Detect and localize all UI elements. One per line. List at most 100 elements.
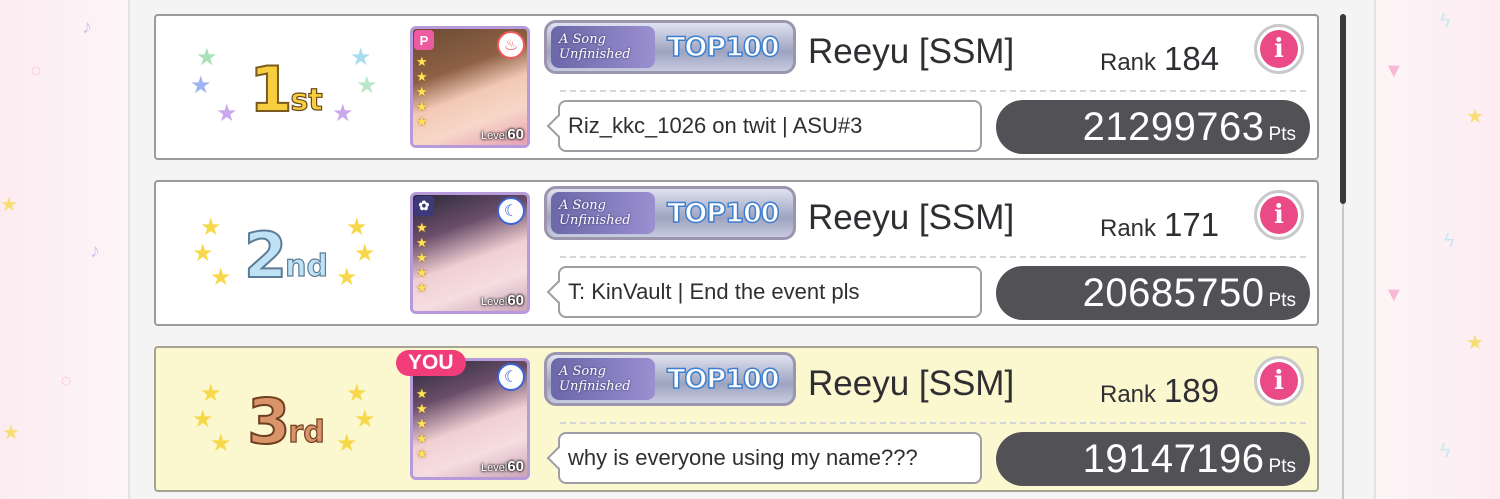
star-icon: ★ — [1466, 332, 1484, 354]
star-icon: ★ — [216, 100, 238, 127]
song-logo: A Song Unfinished — [551, 358, 655, 400]
star-icon: ★ — [416, 84, 428, 99]
star-icon: ★ — [210, 264, 232, 291]
star-icon: ★ — [416, 54, 428, 69]
top-rank-label: TOP100 — [666, 197, 780, 230]
place-label: ★ ★ ★ ★ ★ ★ 2 nd — [192, 210, 376, 300]
points-unit: Pts — [1268, 290, 1296, 311]
star-icon: ★ — [336, 264, 358, 291]
card-level: Level60 — [481, 126, 524, 143]
star-icon: ★ — [196, 44, 218, 71]
star-icon: ★ — [416, 235, 428, 250]
title-badge: A Song Unfinished TOP100 — [544, 352, 796, 406]
divider — [560, 422, 1306, 424]
star-icon: ★ — [416, 114, 428, 129]
band-badge: ✿ — [414, 196, 434, 216]
left-decor-panel: ♪ ○ ★ ♪ ○ ★ — [0, 0, 128, 499]
member-card[interactable]: ✿ ☾ ★ ★ ★ ★ ★ Level60 — [410, 192, 530, 314]
place-label: ★ ★ ★ ★ ★ ★ 3 rd — [192, 376, 376, 466]
ranking-row-1[interactable]: ★ ★ ★ ★ ★ ★ 1 st P ♨ ★ ★ ★ ★ ★ Level60 A Son… — [154, 14, 1319, 160]
player-name: Reeyu [SSM] — [808, 364, 1015, 403]
place-number: 2 — [243, 218, 288, 293]
music-note-icon: ♪ — [90, 240, 100, 262]
circle-icon: ○ — [60, 370, 73, 392]
star-icon: ★ — [354, 406, 376, 433]
triangle-icon: ▼ — [1384, 284, 1404, 306]
place-label: ★ ★ ★ ★ ★ ★ 1 st — [190, 44, 378, 134]
info-icon: i — [1260, 30, 1298, 68]
info-icon: i — [1260, 362, 1298, 400]
star-icon: ★ — [350, 44, 372, 71]
star-icon: ★ — [190, 72, 212, 99]
star-icon: ★ — [416, 416, 428, 431]
star-icon: ★ — [200, 380, 222, 407]
star-icon: ★ — [356, 72, 378, 99]
star-icon: ★ — [416, 265, 428, 280]
member-card[interactable]: P ♨ ★ ★ ★ ★ ★ Level60 — [410, 26, 530, 148]
ranking-row-2[interactable]: ★ ★ ★ ★ ★ ★ 2 nd ✿ ☾ ★ ★ ★ ★ ★ Level60 A Son… — [154, 180, 1319, 326]
points-unit: Pts — [1268, 124, 1296, 145]
bolt-icon: ϟ — [1440, 10, 1451, 32]
band-badge: P — [414, 30, 434, 50]
info-button[interactable]: i — [1254, 190, 1304, 240]
star-icon: ★ — [354, 240, 376, 267]
star-icon: ★ — [416, 446, 428, 461]
star-icon: ★ — [416, 431, 428, 446]
triangle-icon: ▼ — [1384, 60, 1404, 82]
star-icon: ★ — [336, 430, 358, 457]
top-rank-label: TOP100 — [666, 363, 780, 396]
ranking-row-3[interactable]: ★ ★ ★ ★ ★ ★ 3 rd YOU ☾ ★ ★ ★ ★ ★ Level60 A S… — [154, 346, 1319, 492]
player-rank: Rank 171 — [1100, 206, 1220, 243]
title-badge: A Song Unfinished TOP100 — [544, 186, 796, 240]
place-suffix: rd — [288, 414, 325, 450]
points-value: 21299763 — [1082, 105, 1265, 149]
scrollbar-thumb[interactable] — [1340, 14, 1346, 204]
info-icon: i — [1260, 196, 1298, 234]
divider — [560, 90, 1306, 92]
right-decor-panel: ▼ ϟ ★ ϟ ▼ ★ ϟ — [1370, 0, 1500, 499]
circle-icon: ○ — [30, 60, 43, 82]
card-level: Level60 — [481, 292, 524, 309]
player-name: Reeyu [SSM] — [808, 32, 1015, 71]
player-rank: Rank 184 — [1100, 40, 1220, 77]
star-icon: ★ — [416, 386, 428, 401]
star-icon: ★ — [192, 240, 214, 267]
player-name: Reeyu [SSM] — [808, 198, 1015, 237]
title-badge: A Song Unfinished TOP100 — [544, 20, 796, 74]
star-icon: ★ — [200, 214, 222, 241]
rarity-stars: ★ ★ ★ ★ ★ — [416, 55, 428, 129]
player-comment: Riz_kkc_1026 on twit | ASU#3 — [558, 100, 982, 152]
star-icon: ★ — [0, 194, 18, 216]
star-icon: ★ — [416, 69, 428, 84]
star-icon: ★ — [192, 406, 214, 433]
points-display: 20685750 Pts — [996, 266, 1310, 320]
points-value: 19147196 — [1082, 437, 1265, 481]
moon-icon: ☾ — [497, 197, 525, 225]
top-rank-label: TOP100 — [666, 31, 780, 64]
info-button[interactable]: i — [1254, 356, 1304, 406]
star-icon: ★ — [416, 220, 428, 235]
music-note-icon: ♪ — [82, 16, 92, 38]
info-button[interactable]: i — [1254, 24, 1304, 74]
song-logo: A Song Unfinished — [551, 26, 655, 68]
member-card[interactable]: ☾ ★ ★ ★ ★ ★ Level60 — [410, 358, 530, 480]
place-suffix: nd — [285, 248, 329, 284]
place-number: 3 — [246, 384, 291, 459]
star-icon: ★ — [332, 100, 354, 127]
points-display: 19147196 Pts — [996, 432, 1310, 486]
player-comment: T: KinVault | End the event pls — [558, 266, 982, 318]
points-display: 21299763 Pts — [996, 100, 1310, 154]
rarity-stars: ★ ★ ★ ★ ★ — [416, 387, 428, 461]
star-icon: ★ — [210, 430, 232, 457]
flame-icon: ♨ — [497, 31, 525, 59]
song-logo: A Song Unfinished — [551, 192, 655, 234]
star-icon: ★ — [1466, 106, 1484, 128]
card-level: Level60 — [481, 458, 524, 475]
bolt-icon: ϟ — [1440, 440, 1451, 462]
place-number: 1 — [248, 52, 293, 127]
divider — [560, 256, 1306, 258]
star-icon: ★ — [346, 214, 368, 241]
you-badge: YOU — [396, 350, 466, 376]
points-value: 20685750 — [1082, 271, 1265, 315]
player-rank: Rank 189 — [1100, 372, 1220, 409]
